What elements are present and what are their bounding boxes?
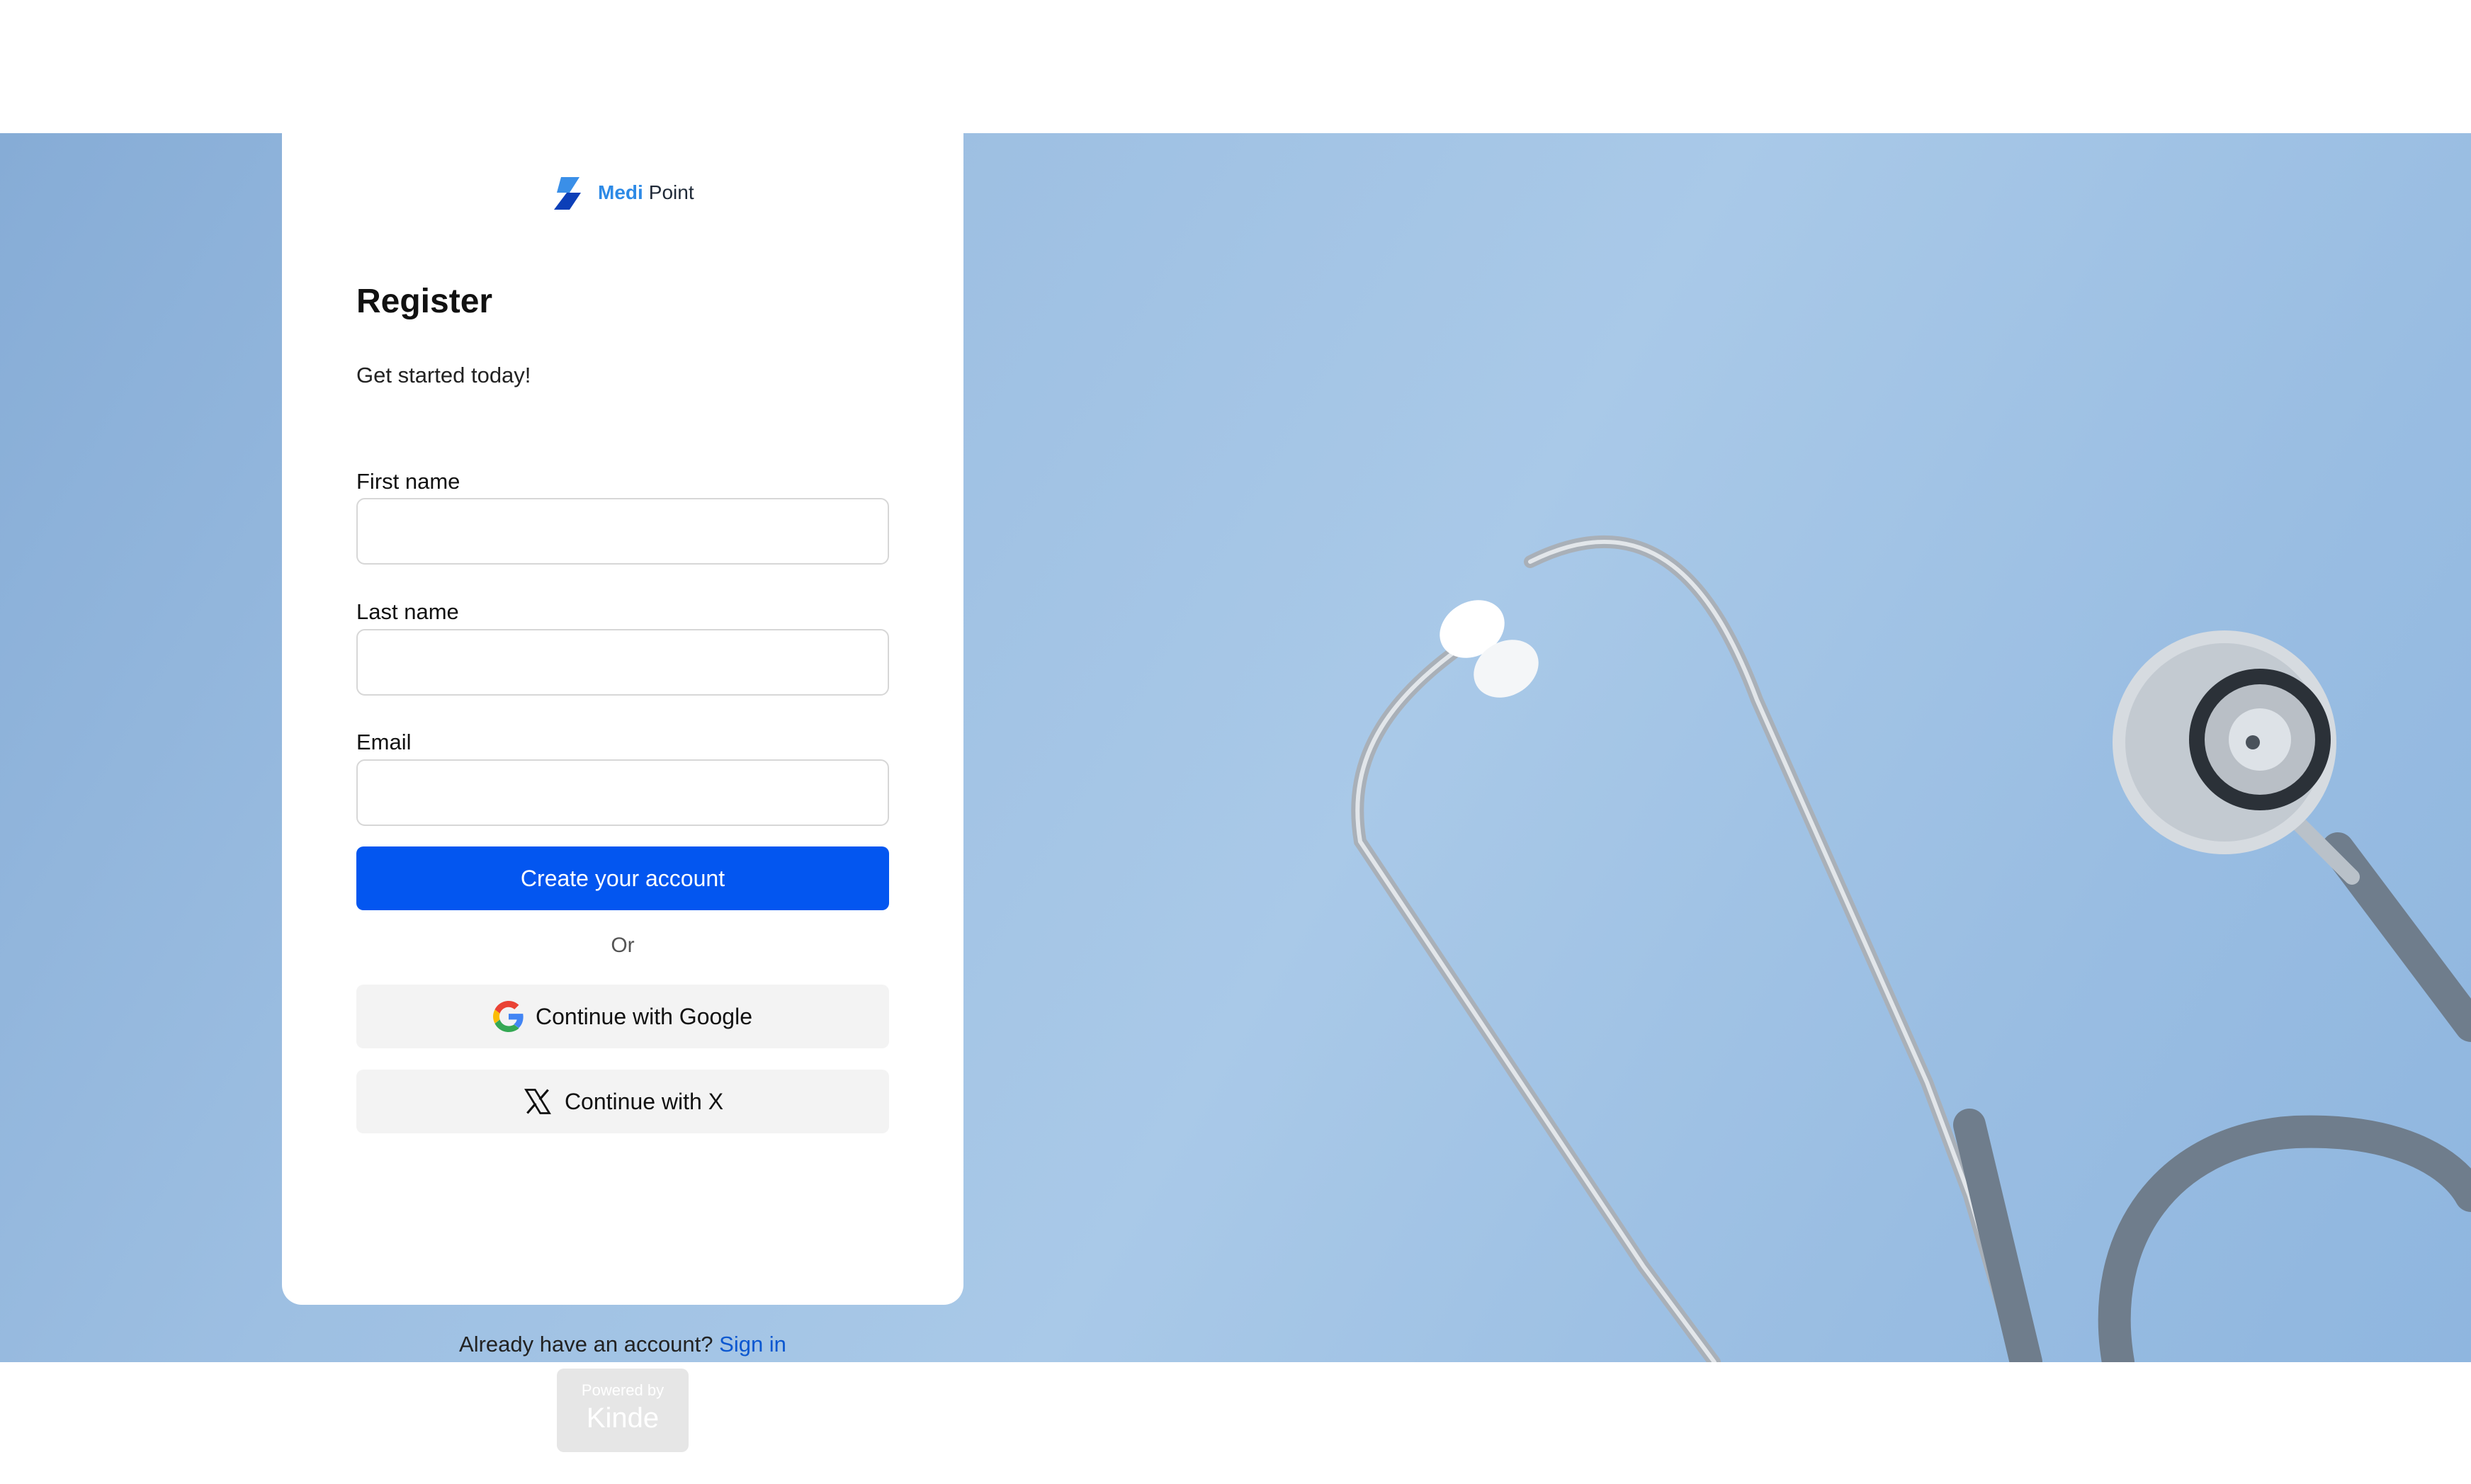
top-bar [0,0,2471,133]
signin-prompt-text: Already have an account? [459,1332,713,1356]
google-icon [493,1001,524,1032]
last-name-label: Last name [356,599,459,624]
x-button-label: Continue with X [564,1088,724,1114]
signin-prompt: Already have an account? Sign in [282,1332,963,1357]
kinde-brand: Kinde [586,1403,660,1434]
first-name-field[interactable] [356,498,889,565]
x-logo-icon [524,1089,551,1114]
last-name-field[interactable] [356,629,889,696]
or-divider: Or [611,934,635,957]
email-label: Email [356,730,412,754]
brand-name-medi: Medi [598,181,643,203]
google-button-label: Continue with Google [536,1003,752,1029]
first-name-label: First name [356,469,460,494]
bottom-bar [0,1362,2471,1484]
brand-name-point: Point [648,181,694,203]
continue-with-x-button[interactable]: Continue with X [356,1070,889,1133]
page-title: Register [356,283,493,320]
register-card: Medi Point Register Get started today! F… [282,133,963,1356]
email-field[interactable] [356,759,889,826]
continue-with-google-button[interactable]: Continue with Google [356,985,889,1048]
brand-logo[interactable]: Medi Point [548,173,694,213]
page-subtitle: Get started today! [356,363,531,387]
sign-in-link[interactable]: Sign in [719,1332,786,1356]
powered-by-kinde-badge[interactable]: Powered by Kinde [557,1369,689,1452]
powered-by-text: Powered by [581,1381,665,1399]
lightning-bolt-icon [554,177,581,210]
create-account-button[interactable]: Create your account [356,846,889,910]
